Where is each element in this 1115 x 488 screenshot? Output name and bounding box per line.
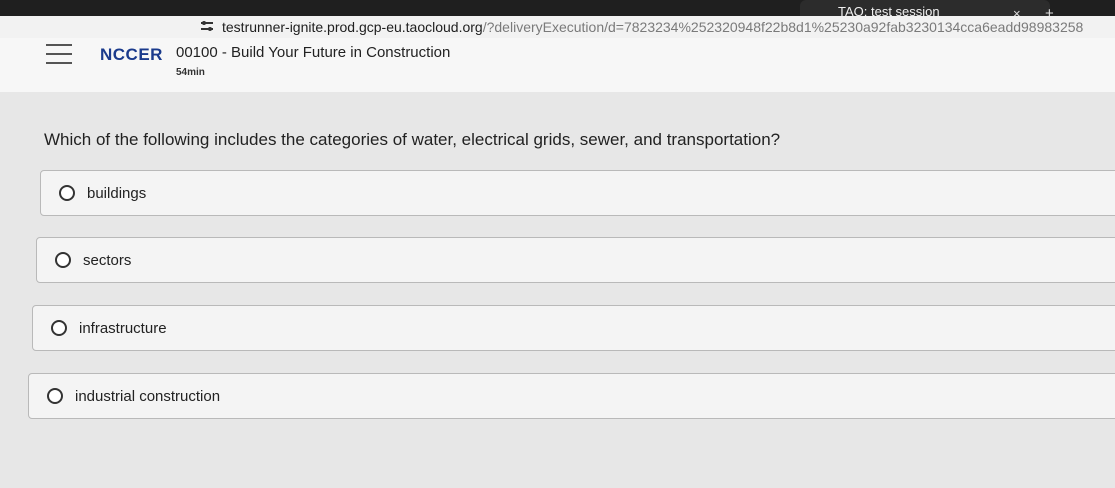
address-bar[interactable]: testrunner-ignite.prod.gcp-eu.taocloud.o…	[0, 16, 1115, 38]
option-label: buildings	[87, 184, 147, 202]
radio-icon[interactable]	[55, 252, 71, 268]
url-text[interactable]: testrunner-ignite.prod.gcp-eu.taocloud.o…	[222, 19, 1083, 35]
site-settings-icon[interactable]	[200, 20, 214, 32]
course-title: 00100 - Build Your Future in Constructio…	[176, 44, 451, 61]
option-industrial-construction[interactable]: industrial construction	[28, 373, 1115, 419]
option-buildings[interactable]: buildings	[40, 170, 1115, 216]
option-label: infrastructure	[79, 319, 167, 337]
nccer-logo: NCCER	[100, 45, 163, 64]
url-path: /?deliveryExecution/d=7823234%252320948f…	[482, 19, 1084, 35]
radio-icon[interactable]	[47, 388, 63, 404]
option-label: sectors	[83, 251, 132, 269]
app-header: NCCER 00100 - Build Your Future in Const…	[0, 38, 1115, 92]
question-panel: Which of the following includes the cate…	[0, 92, 1115, 488]
option-sectors[interactable]: sectors	[36, 237, 1115, 283]
timer: 54min	[176, 67, 205, 78]
question-text: Which of the following includes the cate…	[44, 130, 781, 149]
radio-icon[interactable]	[51, 320, 67, 336]
url-host: testrunner-ignite.prod.gcp-eu.taocloud.o…	[222, 19, 483, 35]
option-infrastructure[interactable]: infrastructure	[32, 305, 1115, 351]
radio-icon[interactable]	[59, 185, 75, 201]
menu-icon[interactable]	[46, 44, 72, 64]
option-label: industrial construction	[75, 387, 221, 405]
